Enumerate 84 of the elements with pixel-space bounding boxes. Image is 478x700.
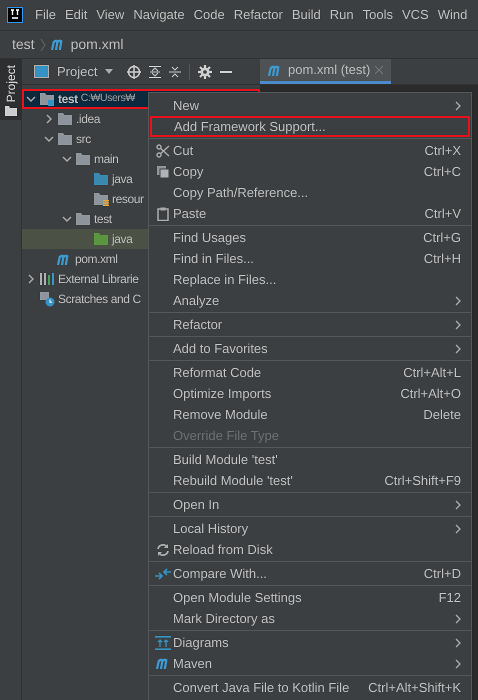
resource-folder-icon — [93, 192, 109, 206]
editor-tab[interactable]: pom.xml (test) — [260, 59, 392, 84]
side-tab[interactable]: Project — [0, 59, 22, 120]
menu-entry[interactable]: Remove Module Delete — [149, 404, 471, 425]
menu-item[interactable]: Tools — [362, 5, 393, 25]
folder-icon — [4, 106, 16, 116]
breadcrumb-item[interactable]: pom.xml — [70, 34, 124, 55]
maven-logo-icon — [156, 658, 170, 669]
menu-entry[interactable]: Add Framework Support... — [150, 116, 470, 137]
menu-entry[interactable]: Add to Favorites — [149, 338, 471, 359]
tree-label: pom.xml — [75, 251, 118, 268]
clipboard-icon — [157, 206, 169, 220]
module-folder-icon — [39, 92, 55, 106]
chevron-right-icon[interactable] — [44, 114, 54, 124]
menu-entry[interactable]: Reformat Code Ctrl+Alt+L — [149, 362, 471, 383]
tree-label: java — [112, 231, 132, 248]
app-logo-icon — [7, 7, 23, 23]
expand-all-icon[interactable] — [149, 66, 162, 78]
menu-item[interactable]: Run — [330, 5, 354, 25]
folder-icon — [57, 132, 73, 146]
menu-entry[interactable]: Convert Java File to Kotlin File Ctrl+Alt+Shift+K — [149, 677, 471, 698]
menu-item[interactable]: Code — [194, 5, 225, 25]
menu-entry[interactable]: Maven — [149, 653, 471, 674]
folder-icon — [57, 112, 73, 126]
tree-label: resour — [112, 191, 144, 208]
settings-icon[interactable] — [198, 64, 212, 78]
chevron-right-icon[interactable] — [26, 274, 36, 284]
dropdown-caret-icon[interactable] — [105, 69, 114, 74]
tree-label: java — [112, 171, 132, 188]
menu-item[interactable]: Build — [292, 5, 321, 25]
menu-item[interactable]: View — [96, 5, 124, 25]
tree-label: test — [94, 211, 112, 228]
scratches-icon — [39, 291, 55, 307]
menu-entry[interactable]: Cut Ctrl+X — [149, 140, 471, 161]
collapse-all-icon[interactable] — [169, 66, 182, 78]
menu-entry[interactable]: Copy Path/Reference... — [149, 182, 471, 203]
scissors-icon — [156, 144, 170, 158]
tree-label: src — [76, 131, 91, 148]
libraries-icon — [39, 272, 55, 286]
tree-path: C:₩Users₩ — [80, 91, 135, 106]
menu-item[interactable]: VCS — [402, 5, 429, 25]
menu-item[interactable]: Wind — [438, 5, 468, 25]
tree-label: main — [94, 151, 118, 168]
folder-icon — [75, 212, 91, 226]
tree-label: .idea — [76, 111, 100, 128]
chevron-down-icon[interactable] — [26, 94, 36, 104]
menu-item[interactable]: Navigate — [133, 5, 185, 25]
menu-entry[interactable]: Analyze — [149, 290, 471, 311]
menu-entry[interactable]: Reload from Disk — [149, 539, 471, 560]
folder-icon — [75, 152, 91, 166]
chevron-down-icon[interactable] — [62, 214, 72, 224]
menu-item[interactable]: Refactor — [234, 5, 283, 25]
menu-item[interactable]: File — [35, 5, 56, 25]
menu-entry[interactable]: Open Module Settings F12 — [149, 587, 471, 608]
copy-icon — [156, 164, 170, 178]
menu-entry[interactable]: Find in Files... Ctrl+H — [149, 248, 471, 269]
tool-window-title[interactable]: Project — [57, 62, 98, 82]
menu-item[interactable]: Edit — [64, 5, 88, 25]
menu-entry[interactable]: Build Module 'test' — [149, 449, 471, 470]
window-icon — [34, 65, 49, 78]
menu-entry[interactable]: Open In — [149, 494, 471, 515]
tree-label: test — [58, 91, 78, 108]
menu-entry[interactable]: Replace in Files... — [149, 269, 471, 290]
menu-entry[interactable]: Diagrams — [149, 632, 471, 653]
compare-arrows-icon — [155, 566, 171, 580]
tree-label: Scratches and C — [58, 291, 141, 308]
breadcrumb-item[interactable]: test — [12, 34, 35, 55]
tree-label: External Librarie — [58, 271, 139, 288]
menu-entry[interactable]: Compare With... Ctrl+D — [149, 563, 471, 584]
menu-entry[interactable]: Optimize Imports Ctrl+Alt+O — [149, 383, 471, 404]
menu-entry[interactable]: Local History — [149, 518, 471, 539]
source-folder-icon — [93, 172, 109, 186]
menu-entry[interactable]: Refactor — [149, 314, 471, 335]
minimize-icon[interactable] — [220, 70, 232, 72]
diagram-icon — [155, 636, 171, 650]
menu-entry[interactable]: Copy Ctrl+C — [149, 161, 471, 182]
reload-icon — [156, 542, 170, 556]
menu-entry[interactable]: Mark Directory as — [149, 608, 471, 629]
menu-entry[interactable]: Rebuild Module 'test' Ctrl+Shift+F9 — [149, 470, 471, 491]
crosshair-icon[interactable] — [127, 64, 142, 78]
side-tab-label: Project — [2, 65, 18, 102]
test-folder-icon — [93, 232, 109, 246]
menu-entry[interactable]: Paste Ctrl+V — [149, 203, 471, 224]
breadcrumb-separator-icon — [40, 38, 46, 52]
